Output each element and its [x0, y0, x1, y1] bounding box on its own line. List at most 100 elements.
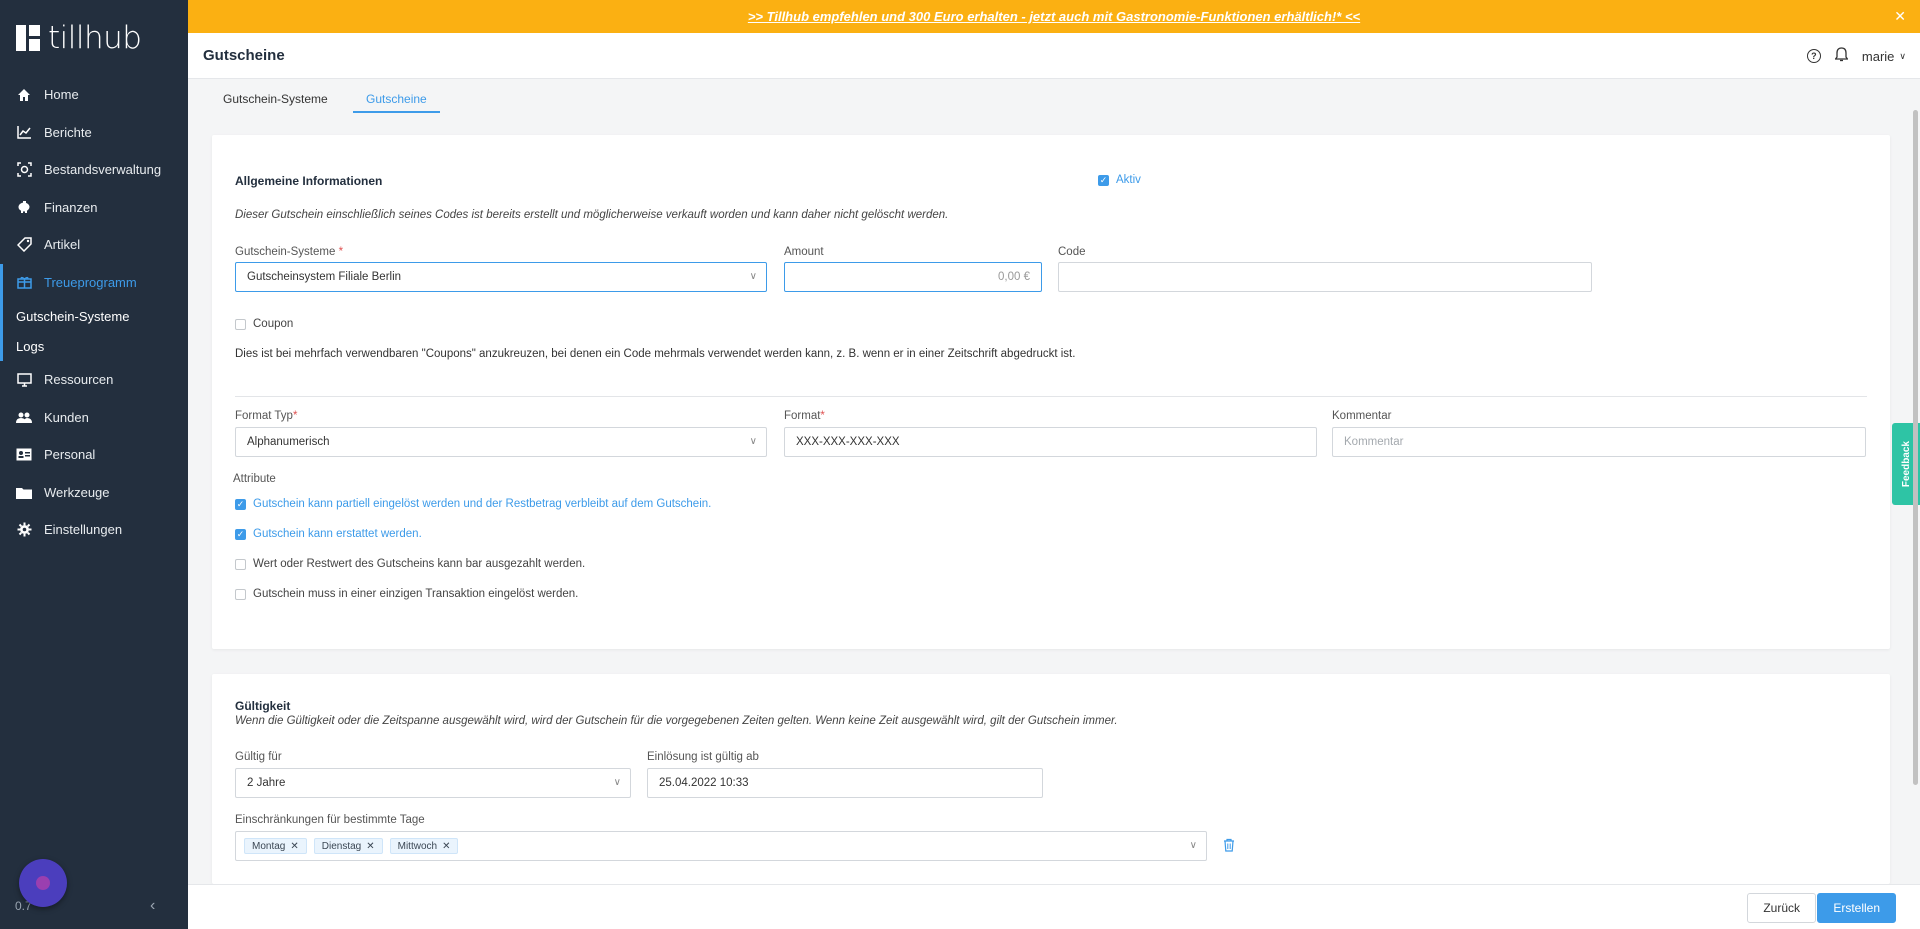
format-type-label: Format Typ* [235, 410, 297, 422]
coupon-checkbox[interactable]: Coupon [235, 318, 293, 330]
sidebar-item-bestandsverwaltung[interactable]: Bestandsverwaltung [0, 151, 188, 189]
sidebar-item-label: Finanzen [44, 199, 98, 215]
coupon-help-text: Dies ist bei mehrfach verwendbaren "Coup… [235, 348, 1076, 360]
required-marker: * [338, 246, 344, 258]
sidebar-subitem-gutschein-systeme[interactable]: Gutschein-Systeme [0, 301, 188, 331]
amount-input[interactable]: 0,00 € [784, 262, 1042, 292]
attribute-label-text: Gutschein kann erstattet werden. [253, 528, 422, 540]
folder-icon [16, 484, 32, 500]
remove-tag-icon[interactable]: ✕ [290, 841, 298, 852]
format-label: Format* [784, 410, 825, 422]
checkbox-checked-icon: ✓ [1098, 174, 1109, 186]
restrictions-label: Einschränkungen für bestimmte Tage [235, 814, 425, 826]
sidebar-item-kunden[interactable]: Kunden [0, 399, 188, 437]
chevron-down-icon: ∨ [749, 271, 757, 282]
user-menu[interactable]: marie ∨ [1862, 49, 1906, 64]
comment-label: Kommentar [1332, 410, 1392, 422]
sidebar-item-einstellungen[interactable]: Einstellungen [0, 511, 188, 549]
sidebar-item-ressourcen[interactable]: Ressourcen [0, 361, 188, 399]
gift-icon [16, 274, 32, 290]
gutschein-systeme-label: Gutschein-Systeme * [235, 246, 343, 258]
chevron-down-icon: ∨ [749, 436, 757, 447]
format-type-select[interactable]: Alphanumerisch ∨ [235, 427, 767, 457]
redeem-from-input[interactable]: 25.04.2022 10:33 [647, 768, 1043, 798]
logo[interactable]: tillhub [16, 20, 142, 56]
valid-for-label: Gültig für [235, 751, 282, 763]
attribute-checkbox-refundable[interactable]: ✓ Gutschein kann erstattet werden. [235, 528, 422, 540]
general-info-card: Allgemeine Informationen ✓ Aktiv Dieser … [212, 135, 1890, 649]
logo-text: tillhub [48, 20, 142, 56]
redeem-from-label: Einlösung ist gültig ab [647, 751, 759, 763]
sidebar-item-berichte[interactable]: Berichte [0, 114, 188, 152]
sidebar-subitem-logs[interactable]: Logs [0, 331, 188, 361]
bell-icon[interactable] [1834, 47, 1849, 65]
chat-launcher-button[interactable] [19, 859, 67, 907]
amount-label: Amount [784, 246, 824, 258]
format-input[interactable]: XXX-XXX-XXX-XXX [784, 427, 1317, 457]
sidebar-item-personal[interactable]: Personal [0, 436, 188, 474]
amount-value: 0,00 € [998, 271, 1030, 283]
attribute-checkbox-single-transaction[interactable]: Gutschein muss in einer einzigen Transak… [235, 588, 578, 600]
help-icon[interactable]: ? [1806, 49, 1821, 63]
promo-banner-link[interactable]: >> Tillhub empfehlen und 300 Euro erhalt… [748, 9, 1360, 24]
sidebar-item-home[interactable]: Home [0, 76, 188, 114]
promo-banner: >> Tillhub empfehlen und 300 Euro erhalt… [188, 0, 1920, 33]
footer-bar: Zurück Erstellen [188, 884, 1920, 929]
active-checkbox[interactable]: ✓ Aktiv [1098, 174, 1141, 186]
scrollbar[interactable] [1913, 110, 1918, 785]
checkbox-checked-icon: ✓ [235, 528, 246, 540]
code-input[interactable] [1058, 262, 1592, 292]
section-heading: Gültigkeit [235, 699, 291, 713]
sidebar: tillhub Home Berichte Bestandsverwaltung… [0, 0, 188, 929]
feedback-label: Feedback [1900, 440, 1912, 488]
attribute-label-text: Gutschein kann partiell eingelöst werden… [253, 498, 712, 510]
sidebar-item-label: Bestandsverwaltung [44, 162, 162, 178]
tabs: Gutschein-Systeme Gutscheine [188, 79, 1920, 113]
sidebar-item-label: Personal [44, 447, 96, 463]
select-value: 2 Jahre [247, 777, 286, 789]
format-value: XXX-XXX-XXX-XXX [796, 436, 900, 448]
label-text: Gutschein-Systeme [235, 246, 336, 258]
collapse-sidebar-icon[interactable]: ‹ [150, 897, 155, 915]
chevron-down-icon: ∨ [1899, 50, 1906, 61]
day-tag: Dienstag ✕ [313, 838, 383, 854]
sidebar-item-label: Einstellungen [44, 522, 123, 538]
remove-tag-icon[interactable]: ✕ [366, 841, 374, 852]
inventory-icon [16, 162, 32, 178]
home-icon [16, 87, 32, 103]
sidebar-item-treueprogramm[interactable]: Treueprogramm [0, 263, 188, 301]
logo-mark-icon [16, 25, 40, 51]
validity-card: Gültigkeit Wenn die Gültigkeit oder die … [212, 674, 1890, 884]
chevron-down-icon: ∨ [1189, 840, 1197, 851]
checkbox-unchecked-icon [235, 558, 246, 570]
comment-input[interactable]: Kommentar [1332, 427, 1866, 457]
gutschein-systeme-select[interactable]: Gutscheinsystem Filiale Berlin ∨ [235, 262, 767, 292]
checkbox-unchecked-icon [235, 588, 246, 600]
sidebar-item-werkzeuge[interactable]: Werkzeuge [0, 474, 188, 512]
attribute-label: Attribute [233, 473, 276, 485]
required-marker: * [820, 410, 825, 422]
tab-gutschein-systeme[interactable]: Gutschein-Systeme [223, 92, 328, 113]
restrictions-multiselect[interactable]: Montag ✕ Dienstag ✕ Mittwoch ✕ ∨ [235, 831, 1207, 861]
sidebar-item-finanzen[interactable]: Finanzen [0, 189, 188, 227]
sidebar-item-artikel[interactable]: Artikel [0, 226, 188, 264]
id-card-icon [16, 447, 32, 463]
page-title: Gutscheine [203, 47, 285, 64]
checkbox-unchecked-icon [235, 318, 246, 330]
sidebar-item-label: Werkzeuge [44, 484, 110, 500]
attribute-checkbox-cash-out[interactable]: Wert oder Restwert des Gutscheins kann b… [235, 558, 585, 570]
tab-gutscheine[interactable]: Gutscheine [353, 92, 440, 113]
valid-for-select[interactable]: 2 Jahre ∨ [235, 768, 631, 798]
tag-icon [16, 237, 32, 253]
tag-label: Dienstag [321, 840, 362, 852]
create-button[interactable]: Erstellen [1817, 893, 1896, 923]
back-button[interactable]: Zurück [1747, 893, 1816, 923]
close-icon[interactable]: ✕ [1894, 8, 1906, 25]
attribute-checkbox-partial[interactable]: ✓ Gutschein kann partiell eingelöst werd… [235, 498, 711, 510]
divider [235, 396, 1867, 397]
tag-label: Montag [252, 840, 286, 852]
piggy-bank-icon [16, 199, 32, 215]
chevron-down-icon: ∨ [613, 777, 621, 788]
remove-tag-icon[interactable]: ✕ [442, 841, 450, 852]
trash-icon[interactable] [1223, 838, 1235, 855]
